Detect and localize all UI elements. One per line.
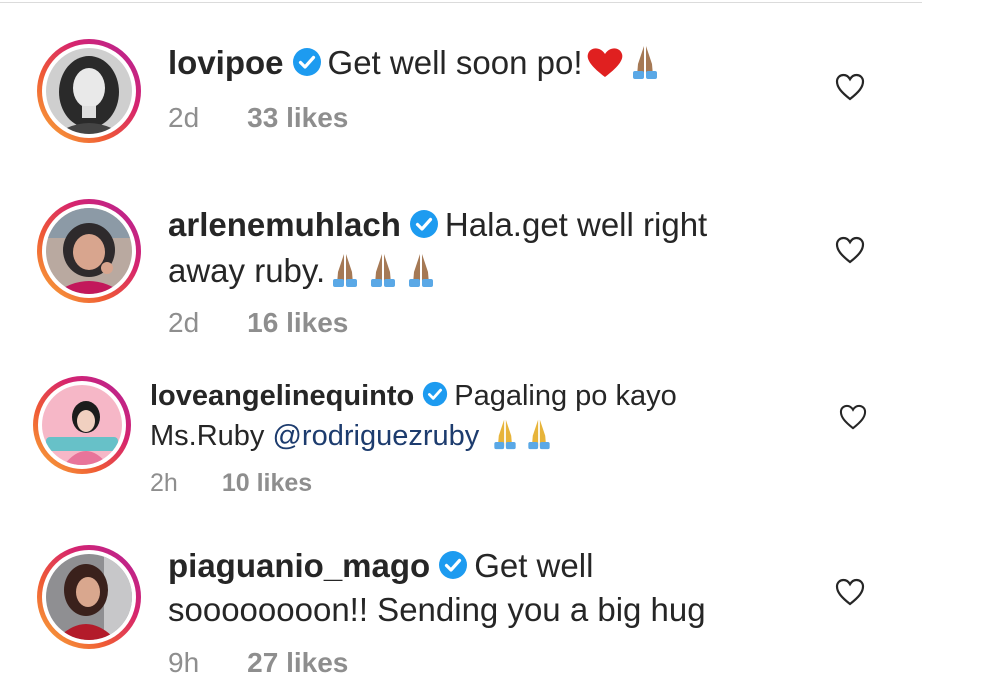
folded-hands-emoji [494,420,516,450]
comment-username[interactable]: arlenemuhlach [168,206,401,243]
comment-likes-button[interactable]: 33 likes [247,102,348,133]
verified-badge-icon [409,210,438,239]
comment-likes-button[interactable]: 10 likes [222,469,312,497]
heart-outline-icon[interactable] [835,236,865,264]
comment-text-continued: soooooooon!! Sending you a big hug [168,591,706,628]
avatar[interactable] [37,199,141,303]
comment-age: 2d [168,102,200,133]
comment-likes-button[interactable]: 27 likes [247,647,348,678]
comment-text: Get well soon po! [327,44,583,81]
comment-age: 2h [150,469,178,497]
heart-outline-icon[interactable] [835,578,865,606]
folded-hands-emoji [371,254,396,288]
comment-item: lovipoe Get well soon po! 2d 33 likes [0,0,1000,160]
folded-hands-emoji [528,420,550,450]
comment-username[interactable]: lovipoe [168,44,284,81]
comment-age: 2d [168,307,200,338]
heart-outline-icon[interactable] [839,404,867,430]
avatar[interactable] [37,39,141,143]
comment-age: 9h [168,647,200,678]
verified-badge-icon [292,48,321,77]
verified-badge-icon [423,382,448,407]
comment-likes-button[interactable]: 16 likes [247,307,348,338]
comment-item: loveangelinequinto Pagaling po kayo Ms.Ru… [0,360,1000,525]
comment-username[interactable]: loveangelinequinto [150,380,414,412]
folded-hands-emoji [632,46,657,80]
mention-link[interactable]: @rodriguezruby [272,420,479,452]
heart-outline-icon[interactable] [835,73,865,101]
folded-hands-emoji [333,254,358,288]
verified-badge-icon [439,551,468,580]
comment-item: arlenemuhlach Hala.get well right away ru… [0,160,1000,360]
comment-username[interactable]: piaguanio_mago [168,547,430,584]
avatar[interactable] [37,545,141,649]
folded-hands-emoji [409,254,434,288]
comment-text: Pagaling po kayo [454,380,677,412]
comment-item: piaguanio_mago Get well soooooooon!! Send… [0,525,1000,699]
comment-text-continued: away ruby. [168,252,326,289]
avatar[interactable] [33,376,131,474]
comment-text: Hala.get well right [444,206,708,243]
comment-text-continued: Ms.Ruby [150,420,273,452]
comment-text: Get well [474,547,594,584]
red-heart-emoji [587,48,622,78]
